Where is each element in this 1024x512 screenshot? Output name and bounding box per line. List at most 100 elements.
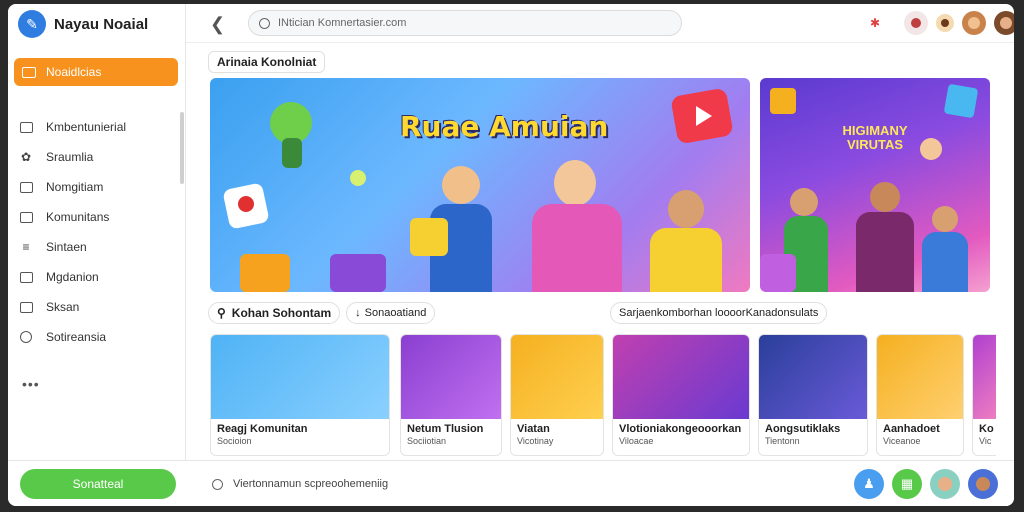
hero-banner-main[interactable]: Ruae Amuian [210, 78, 750, 292]
person-head [920, 138, 942, 160]
card-thumbnail [877, 335, 963, 419]
gift-illustration [330, 254, 386, 292]
bottom-search-text: Viertonnamun scpreoohemeniig [233, 478, 389, 490]
avatar-bottom-1[interactable] [930, 469, 960, 499]
content-card[interactable]: Netum Tlusion Sociiotian [400, 334, 502, 456]
dice-dot [238, 196, 254, 212]
character-illustration [282, 138, 302, 168]
sidebar-item-label: Sksan [46, 300, 80, 314]
avatar-1[interactable] [904, 11, 928, 35]
grid-icon[interactable]: ▦ [892, 469, 922, 499]
filter-chip-right[interactable]: Sarjaenkomborhan loooorKanadonsulats [610, 302, 828, 324]
user-icon[interactable]: ♟ [854, 469, 884, 499]
bottom-actions: ♟ ▦ [854, 469, 1006, 499]
sidebar-item-label: Noaidlcias [46, 65, 102, 79]
filter-label: Sonaoatiand [364, 307, 427, 319]
section-title[interactable]: Arinaia Konolniat [208, 51, 326, 73]
card-subtitle: Vicotinay [517, 436, 554, 446]
app-name: Nayau Noaial [54, 15, 149, 33]
gift-illustration [240, 254, 290, 292]
content-card[interactable]: Aanhadoet Viceanoe [876, 334, 964, 456]
search-placeholder: INtician Komnertasier.com [278, 17, 407, 29]
sidebar-item-label: Sotireansia [46, 330, 107, 344]
play-icon [696, 106, 712, 126]
content-card[interactable]: Ko Vic [972, 334, 996, 456]
card-thumbnail [401, 335, 501, 419]
card-subtitle: Vic [979, 436, 992, 446]
sidebar-item-0[interactable]: Kmbentunierial [18, 112, 168, 142]
layers-icon: ≡ [22, 240, 30, 254]
card-title: Aongsutiklaks [765, 423, 841, 435]
circle-icon [18, 330, 34, 344]
sidebar-item-3[interactable]: Komunitans [18, 202, 168, 232]
box-icon [18, 120, 34, 134]
content-cards: Reagj Komunitan Socioion Netum Tlusion S… [210, 334, 996, 458]
card-subtitle: Socioion [217, 436, 252, 446]
sidebar-item-7[interactable]: Sotireansia [18, 322, 168, 352]
avatar-bottom-2[interactable] [968, 469, 998, 499]
box-icon [18, 210, 34, 224]
avatar-4[interactable] [994, 11, 1014, 35]
sidebar-scrollbar[interactable] [180, 112, 184, 184]
sidebar-item-2[interactable]: Nomgitiam [18, 172, 168, 202]
filter-label: Sarjaenkomborhan loooorKanadonsulats [619, 307, 819, 319]
bottom-bar: Sonatteal Viertonnamun scpreoohemeniig ♟… [8, 460, 1014, 506]
card-title: Vlotioniakongeooorkan [619, 423, 742, 435]
sidebar-item-5[interactable]: Mgdanion [18, 262, 168, 292]
avatar-3[interactable] [962, 11, 986, 35]
avatar-2[interactable] [936, 14, 954, 32]
card-title: Reagj Komunitan [217, 423, 308, 435]
search-input[interactable]: INtician Komnertasier.com [248, 10, 682, 36]
more-menu[interactable]: ••• [22, 376, 40, 392]
search-icon [259, 17, 270, 29]
hero-banner-side[interactable]: HIGIMANY VIRUTAS [760, 78, 990, 292]
sidebar-item-4[interactable]: ≡ Sintaen [18, 232, 168, 262]
box-icon [18, 270, 34, 284]
person-body [532, 204, 622, 292]
search-icon [212, 478, 223, 490]
filter-label: Kohan Sohontam [231, 306, 332, 320]
content-card[interactable]: Aongsutiklaks Tientonn [758, 334, 868, 456]
person-body [650, 228, 722, 292]
person-head [554, 160, 596, 206]
screen-icon [22, 66, 36, 78]
header-divider [186, 42, 1014, 43]
filter-chip-secondary[interactable]: ↓ Sonaoatiand [346, 302, 436, 324]
box-icon [18, 180, 34, 194]
card-thumbnail [511, 335, 603, 419]
bottom-search-input[interactable]: Viertonnamun scpreoohemeniig [212, 471, 428, 497]
content-card[interactable]: Reagj Komunitan Socioion [210, 334, 390, 456]
person-head [790, 188, 818, 216]
sidebar-item-label: Nomgitiam [46, 180, 104, 194]
person-head [870, 182, 900, 212]
sidebar-item-active[interactable]: Noaidlcias [14, 58, 178, 86]
box-icon [18, 300, 34, 314]
content-card[interactable]: Viatan Vicotinay [510, 334, 604, 456]
filter-row: ⚲ Kohan Sohontam ↓ Sonaoatiand [208, 302, 441, 324]
card-subtitle: Viloacae [619, 436, 654, 446]
app-logo[interactable]: ✎ Nayau Noaial [18, 10, 148, 38]
app-window: ✎ Nayau Noaial Noaidlcias Kmbentunierial… [8, 4, 1014, 506]
sidebar-item-1[interactable]: ✿ Sraumlia [18, 142, 168, 172]
drink-illustration [410, 218, 448, 256]
sidebar-nav: Kmbentunierial ✿ Sraumlia Nomgitiam Komu… [18, 112, 168, 352]
sidebar: ✎ Nayau Noaial Noaidlcias Kmbentunierial… [8, 4, 186, 460]
gift-illustration [760, 254, 796, 292]
content-card[interactable]: Vlotioniakongeooorkan Viloacae [612, 334, 750, 456]
hero-side-title: HIGIMANY VIRUTAS [842, 123, 908, 152]
sidebar-item-6[interactable]: Sksan [18, 292, 168, 322]
card-thumbnail [973, 335, 996, 419]
card-thumbnail [211, 335, 389, 419]
sidebar-item-label: Komunitans [46, 210, 110, 224]
header-actions: ✱ [858, 11, 1014, 35]
person-head [932, 206, 958, 232]
card-title: Netum Tlusion [407, 423, 484, 435]
primary-action-button[interactable]: Sonatteal [20, 469, 176, 499]
chevron-left-icon[interactable]: ❮ [210, 14, 225, 35]
filter-chip-primary[interactable]: ⚲ Kohan Sohontam [208, 302, 341, 324]
gift-illustration [770, 88, 796, 114]
card-title: Aanhadoet [883, 423, 940, 435]
person-body [922, 232, 968, 292]
cube-illustration [943, 83, 979, 119]
notification-icon[interactable]: ✱ [866, 14, 884, 32]
